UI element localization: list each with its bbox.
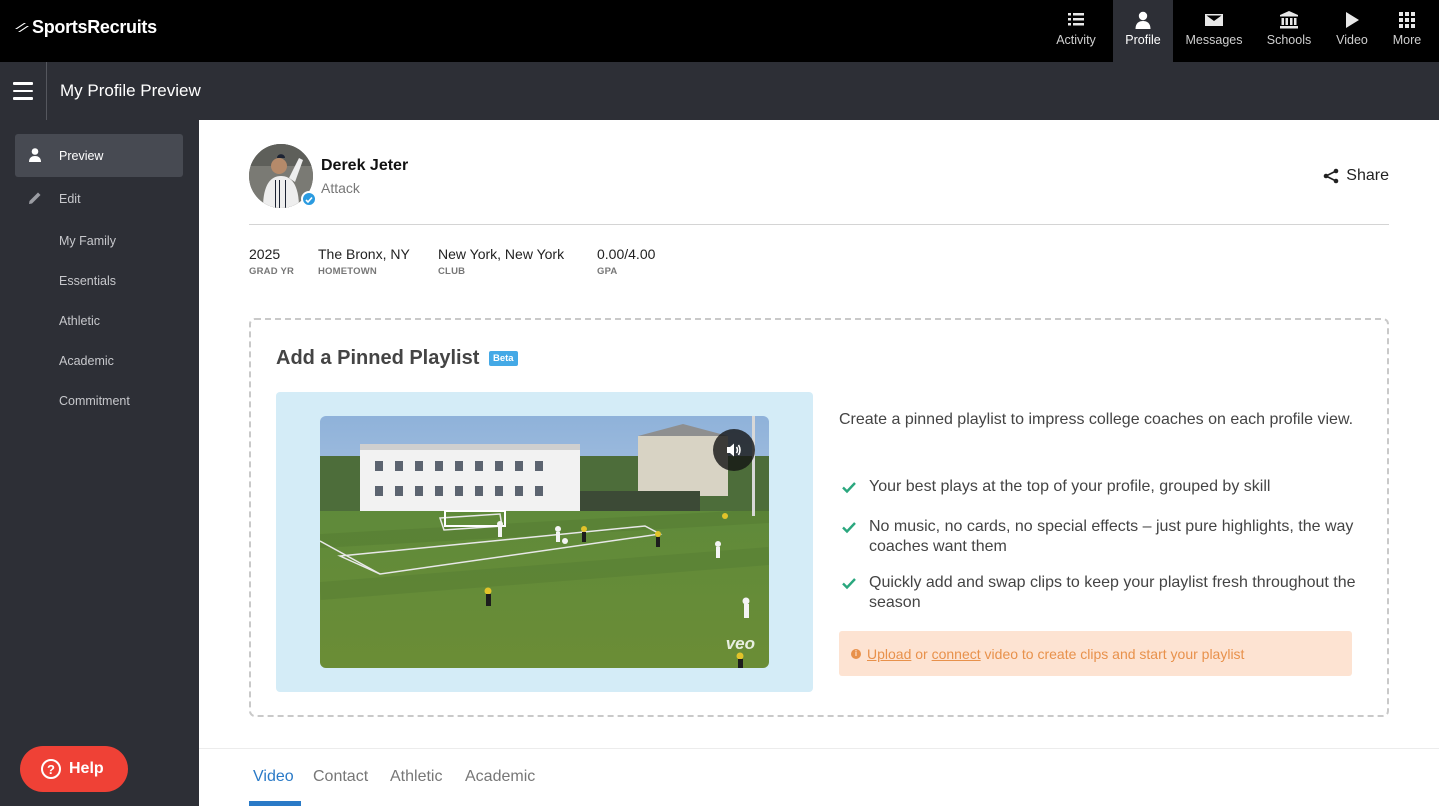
stat-club: New York, New York CLUB	[438, 246, 564, 277]
sportsrecruits-logo[interactable]: SportsRecruits	[14, 16, 157, 38]
beta-badge: Beta	[489, 351, 518, 366]
stat-value: The Bronx, NY	[318, 246, 410, 262]
stat-hometown: The Bronx, NY HOMETOWN	[318, 246, 410, 277]
share-icon	[1323, 168, 1339, 184]
veo-watermark: veo	[726, 634, 755, 654]
sidebar-item-essentials[interactable]: Essentials	[15, 259, 183, 302]
sidebar-item-label: Preview	[59, 149, 103, 163]
person-icon	[27, 147, 43, 163]
upload-alert: i Upload or connect video to create clip…	[839, 631, 1352, 676]
playlist-title: Add a Pinned Playlist	[276, 347, 479, 370]
nav-messages[interactable]: Messages	[1173, 0, 1255, 62]
share-button[interactable]: Share	[1323, 167, 1389, 185]
stat-gpa: 0.00/4.00 GPA	[597, 246, 655, 277]
sidebar-item-athletic[interactable]: Athletic	[15, 299, 183, 342]
nav-messages-label: Messages	[1186, 33, 1243, 47]
sidebar-item-academic[interactable]: Academic	[15, 339, 183, 382]
person-icon	[1133, 10, 1153, 30]
active-tab-indicator	[249, 801, 301, 806]
sidebar: Preview Edit My Family Essentials Athlet…	[0, 120, 199, 806]
nav-profile[interactable]: Profile	[1113, 0, 1173, 62]
page-title: My Profile Preview	[60, 81, 201, 101]
video-preview-panel: veo	[276, 392, 813, 692]
stat-label: GRAD YR	[249, 266, 294, 277]
playlist-description: Create a pinned playlist to impress coll…	[839, 408, 1359, 432]
profile-divider	[249, 224, 1389, 225]
top-navbar: SportsRecruits Activity Profile Messages	[0, 0, 1439, 62]
nav-activity-label: Activity	[1056, 33, 1096, 47]
athlete-position: Attack	[321, 180, 360, 196]
check-icon	[841, 519, 857, 535]
feature-item: Your best plays at the top of your profi…	[841, 477, 1361, 497]
stat-grad-year: 2025 GRAD YR	[249, 246, 294, 277]
pinned-playlist-card: Add a Pinned Playlist Beta	[249, 318, 1389, 717]
sidebar-item-label: My Family	[59, 234, 116, 248]
pencil-icon	[27, 190, 43, 206]
verified-badge-icon	[301, 191, 317, 207]
page-header: My Profile Preview	[0, 62, 1439, 120]
nav-video-label: Video	[1336, 33, 1368, 47]
sidebar-item-label: Essentials	[59, 274, 116, 288]
main-nav: Activity Profile Messages Schools	[1045, 0, 1439, 62]
list-icon	[1066, 10, 1086, 30]
soccer-field-thumbnail	[320, 416, 769, 668]
help-label: Help	[69, 760, 104, 778]
nav-schools-label: Schools	[1267, 33, 1311, 47]
grid-icon	[1397, 10, 1417, 30]
hamburger-icon	[13, 80, 33, 103]
upload-link[interactable]: Upload	[867, 646, 911, 662]
feature-item: Quickly add and swap clips to keep your …	[841, 573, 1361, 613]
envelope-icon	[1204, 10, 1224, 30]
feature-text: Your best plays at the top of your profi…	[869, 478, 1270, 495]
play-icon	[1342, 10, 1362, 30]
sidebar-item-preview[interactable]: Preview	[15, 134, 183, 177]
athlete-name: Derek Jeter	[321, 157, 408, 175]
sidebar-item-label: Edit	[59, 192, 81, 206]
stat-value: 0.00/4.00	[597, 246, 655, 262]
stat-label: HOMETOWN	[318, 266, 410, 277]
nav-video[interactable]: Video	[1323, 0, 1381, 62]
alert-or-text: or	[911, 646, 931, 662]
tab-academic[interactable]: Academic	[465, 768, 535, 786]
sidebar-item-label: Academic	[59, 354, 114, 368]
sidebar-item-label: Athletic	[59, 314, 100, 328]
sidebar-item-commitment[interactable]: Commitment	[15, 379, 183, 422]
connect-link[interactable]: connect	[932, 646, 981, 662]
stat-value: New York, New York	[438, 246, 564, 262]
help-button[interactable]: ? Help	[20, 746, 128, 792]
logo-mark-icon	[14, 20, 30, 34]
tab-contact[interactable]: Contact	[313, 768, 368, 786]
tab-video[interactable]: Video	[253, 768, 294, 786]
nav-schools[interactable]: Schools	[1255, 0, 1323, 62]
video-player[interactable]: veo	[320, 416, 769, 668]
nav-activity[interactable]: Activity	[1045, 0, 1107, 62]
stat-label: GPA	[597, 266, 655, 277]
sidebar-item-my-family[interactable]: My Family	[15, 219, 183, 262]
feature-text: Quickly add and swap clips to keep your …	[869, 574, 1356, 611]
feature-item: No music, no cards, no special effects –…	[841, 517, 1361, 557]
check-icon	[841, 479, 857, 495]
tab-athletic[interactable]: Athletic	[390, 768, 442, 786]
sidebar-item-edit[interactable]: Edit	[15, 177, 183, 220]
checkmark-icon	[303, 194, 315, 206]
feature-text: No music, no cards, no special effects –…	[869, 518, 1353, 555]
sidebar-item-label: Commitment	[59, 394, 130, 408]
nav-more[interactable]: More	[1381, 0, 1433, 62]
speaker-icon	[724, 440, 744, 460]
stat-label: CLUB	[438, 266, 564, 277]
institution-icon	[1279, 10, 1299, 30]
question-icon: ?	[41, 759, 61, 779]
sound-toggle-button[interactable]	[713, 429, 755, 471]
alert-rest-text: video to create clips and start your pla…	[981, 646, 1245, 662]
tabs-divider	[199, 748, 1439, 749]
check-icon	[841, 575, 857, 591]
menu-toggle-button[interactable]	[0, 62, 47, 120]
nav-more-label: More	[1393, 33, 1421, 47]
nav-profile-label: Profile	[1125, 33, 1160, 47]
stat-value: 2025	[249, 246, 294, 262]
info-icon: i	[851, 649, 861, 659]
share-label: Share	[1346, 167, 1389, 185]
brand-name: SportsRecruits	[32, 17, 157, 38]
main-content: Derek Jeter Attack Share 2025 GRAD YR Th…	[199, 120, 1439, 806]
